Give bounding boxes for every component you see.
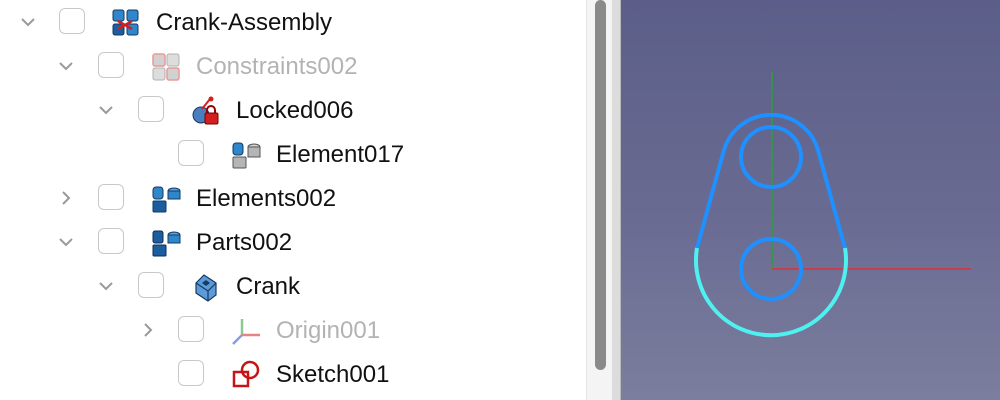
visibility-checkbox[interactable] — [178, 360, 204, 386]
visibility-checkbox[interactable] — [178, 316, 204, 342]
elements-group-icon — [150, 183, 182, 215]
chevron-down-icon[interactable] — [96, 276, 116, 296]
panel-splitter[interactable] — [612, 0, 621, 400]
crank-outline-highlighted-arc — [694, 247, 848, 338]
tree-item-label: Crank-Assembly — [156, 9, 333, 36]
visibility-checkbox[interactable] — [138, 96, 164, 122]
visibility-checkbox[interactable] — [98, 184, 124, 210]
crank-outline — [695, 112, 847, 249]
visibility-checkbox[interactable] — [59, 8, 85, 34]
tree-item-label: Element017 — [276, 141, 405, 168]
tree-item-crank-assembly[interactable]: Crank-Assembly — [0, 0, 586, 44]
model-tree: Crank-Assembly Constraints002 Locked006 … — [0, 0, 586, 400]
tree-item-crank[interactable]: Crank — [0, 264, 586, 308]
tree-item-origin001[interactable]: Origin001 — [0, 308, 586, 352]
constraints-group-icon — [150, 51, 182, 83]
tree-scrollbar[interactable] — [586, 0, 613, 400]
tree-item-label: Parts002 — [196, 229, 293, 256]
part-icon — [190, 271, 222, 303]
sketch-icon — [230, 359, 262, 391]
tree-item-label: Origin001 — [276, 317, 381, 344]
tree-item-parts002[interactable]: Parts002 — [0, 220, 586, 264]
tree-item-label: Elements002 — [196, 185, 337, 212]
tree-item-label: Sketch001 — [276, 361, 390, 388]
chevron-right-icon[interactable] — [138, 320, 158, 340]
tree-item-locked006[interactable]: Locked006 — [0, 88, 586, 132]
parts-group-icon — [150, 227, 182, 259]
scrollbar-thumb[interactable] — [595, 0, 606, 370]
tree-item-sketch001[interactable]: Sketch001 — [0, 352, 586, 396]
visibility-checkbox[interactable] — [98, 228, 124, 254]
tree-item-label: Crank — [236, 273, 301, 300]
tree-item-constraints002[interactable]: Constraints002 — [0, 44, 586, 88]
chevron-down-icon[interactable] — [96, 100, 116, 120]
locked-constraint-icon — [190, 95, 222, 127]
tree-item-elements002[interactable]: Elements002 — [0, 176, 586, 220]
chevron-down-icon[interactable] — [18, 12, 38, 32]
sketch-view — [694, 72, 971, 338]
3d-viewport[interactable] — [621, 0, 1000, 400]
tree-item-label: Locked006 — [236, 97, 354, 124]
visibility-checkbox[interactable] — [138, 272, 164, 298]
element-icon — [230, 139, 262, 171]
chevron-down-icon[interactable] — [56, 232, 76, 252]
upper-hole — [739, 125, 803, 189]
visibility-checkbox[interactable] — [98, 52, 124, 78]
chevron-right-icon[interactable] — [56, 188, 76, 208]
origin-icon — [230, 315, 262, 347]
assembly-icon — [110, 7, 142, 39]
visibility-checkbox[interactable] — [178, 140, 204, 166]
chevron-down-icon[interactable] — [56, 56, 76, 76]
tree-item-label: Constraints002 — [196, 53, 358, 80]
tree-item-element017[interactable]: Element017 — [0, 132, 586, 176]
